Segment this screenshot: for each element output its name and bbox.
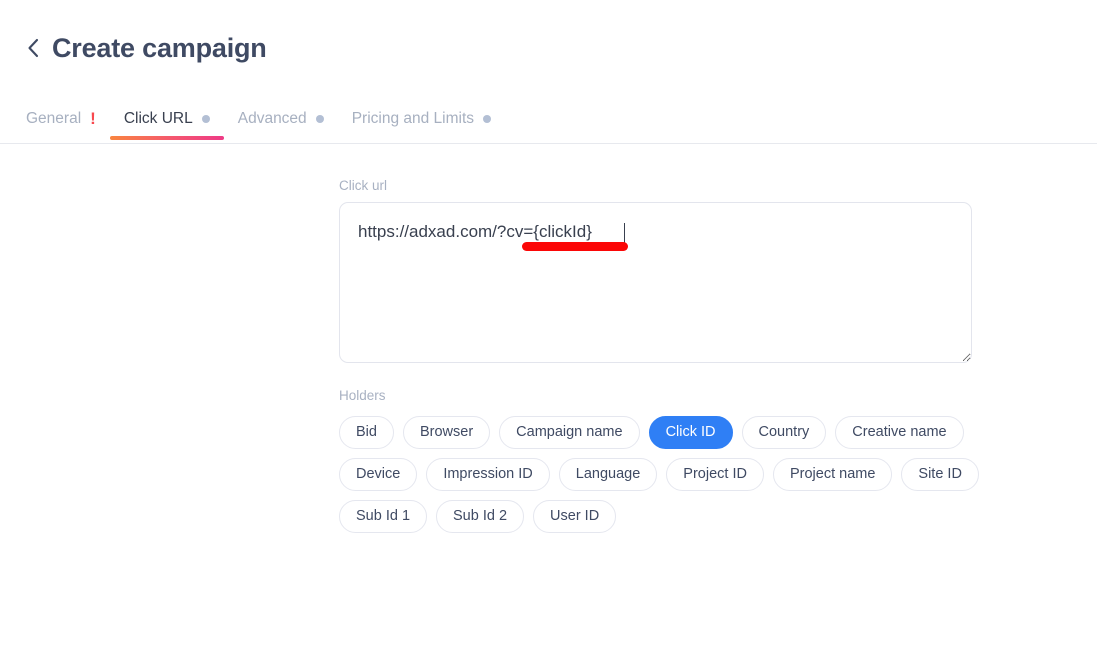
active-tab-indicator bbox=[109, 136, 224, 140]
red-annotation-underline bbox=[522, 242, 628, 251]
holders-label: Holders bbox=[339, 388, 386, 403]
holder-chip-creative-name[interactable]: Creative name bbox=[835, 416, 964, 449]
tabs-bar: General ! Click URL Advanced Pricing and… bbox=[0, 98, 1097, 144]
holder-chip-sub-id-1[interactable]: Sub Id 1 bbox=[339, 500, 428, 533]
page-title: Create campaign bbox=[52, 33, 267, 63]
back-button[interactable] bbox=[22, 34, 44, 62]
chevron-left-icon bbox=[26, 37, 40, 59]
holder-chip-site-id[interactable]: Site ID bbox=[901, 458, 979, 491]
click-url-label: Click url bbox=[339, 178, 388, 193]
holder-chip-campaign-name[interactable]: Campaign name bbox=[499, 416, 640, 449]
form-body: Click url Holders Bid Browser Campaign n… bbox=[0, 144, 1097, 533]
alert-icon: ! bbox=[90, 109, 96, 128]
tab-advanced-label: Advanced bbox=[237, 110, 307, 127]
holder-chip-project-name[interactable]: Project name bbox=[772, 458, 893, 491]
holder-chip-click-id[interactable]: Click ID bbox=[648, 416, 733, 449]
holder-chip-browser[interactable]: Browser bbox=[402, 416, 491, 449]
holder-chip-impression-id[interactable]: Impression ID bbox=[426, 458, 550, 491]
holder-chip-row: Device Impression ID Language Project ID… bbox=[339, 458, 979, 491]
tabs-divider bbox=[0, 143, 1097, 144]
holder-chip-language[interactable]: Language bbox=[558, 458, 658, 491]
status-dot-icon bbox=[483, 115, 492, 123]
holder-chip-sub-id-2[interactable]: Sub Id 2 bbox=[436, 500, 525, 533]
tab-general[interactable]: General ! bbox=[12, 98, 110, 140]
click-url-field-wrapper bbox=[339, 202, 972, 363]
holder-chip-row: Sub Id 1 Sub Id 2 User ID bbox=[339, 500, 979, 533]
tab-list: General ! Click URL Advanced Pricing and… bbox=[0, 98, 1097, 144]
holder-chip-bid[interactable]: Bid bbox=[339, 416, 394, 449]
holder-chip-project-id[interactable]: Project ID bbox=[666, 458, 764, 491]
holder-chip-list: Bid Browser Campaign name Click ID Count… bbox=[339, 416, 979, 533]
tab-advanced[interactable]: Advanced bbox=[224, 98, 338, 140]
holder-chip-country[interactable]: Country bbox=[741, 416, 827, 449]
tab-pricing-and-limits[interactable]: Pricing and Limits bbox=[338, 98, 505, 140]
holder-chip-device[interactable]: Device bbox=[339, 458, 418, 491]
page-header: Create campaign bbox=[0, 0, 1097, 70]
holder-chip-row: Bid Browser Campaign name Click ID Count… bbox=[339, 416, 979, 449]
tab-click-url[interactable]: Click URL bbox=[109, 98, 224, 140]
tab-general-label: General bbox=[26, 110, 82, 127]
status-dot-icon bbox=[201, 115, 210, 123]
click-url-input[interactable] bbox=[339, 202, 972, 363]
tab-pricing-and-limits-label: Pricing and Limits bbox=[351, 110, 475, 127]
tab-click-url-label: Click URL bbox=[123, 110, 193, 127]
holder-chip-user-id[interactable]: User ID bbox=[533, 500, 617, 533]
holders-section: Holders Bid Browser Campaign name Click … bbox=[339, 387, 1097, 533]
status-dot-icon bbox=[315, 115, 324, 123]
